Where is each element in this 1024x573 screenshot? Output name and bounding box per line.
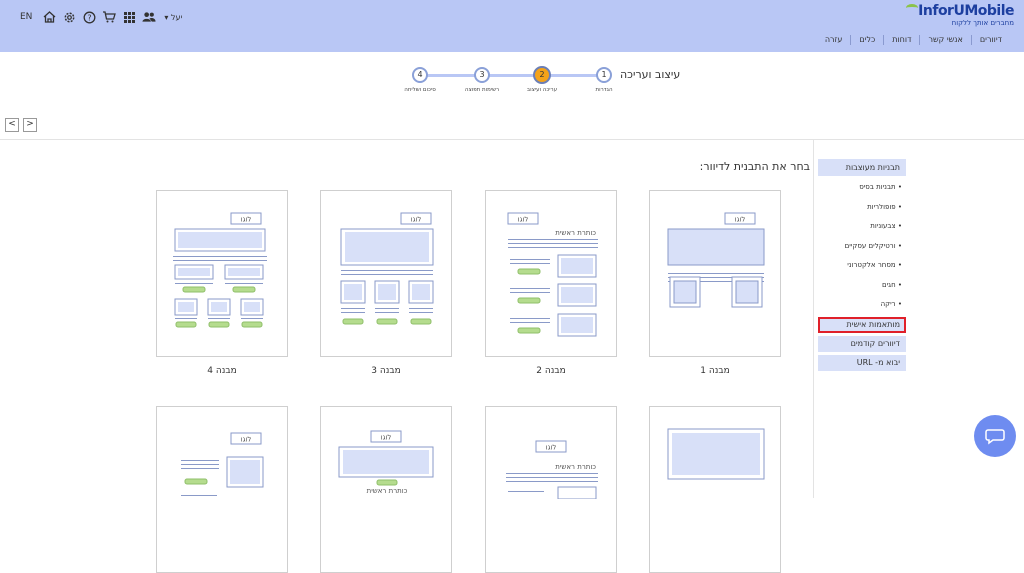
wizard-step-1[interactable]: 1 bbox=[596, 67, 612, 83]
brand-logo[interactable]: InforUMobile מחברים אותך ללקוח bbox=[904, 3, 1015, 30]
bullet-icon: • bbox=[895, 202, 902, 211]
template-card-4[interactable]: לוגו bbox=[156, 190, 288, 357]
logo-placeholder-text: לוגו bbox=[735, 216, 746, 224]
sidebar-item-label: ריקה bbox=[880, 300, 896, 308]
logo-text: InforUMobile bbox=[918, 3, 1014, 19]
template-label-2: מבנה 2 bbox=[536, 366, 566, 376]
pager-next-button[interactable]: > bbox=[23, 118, 37, 132]
sidebar-item-custom[interactable]: מותאמות אישית bbox=[818, 316, 906, 333]
sidebar-item-label: ורטיקלים עסקיים bbox=[844, 241, 896, 250]
template-card-8[interactable]: לוגו bbox=[156, 406, 288, 573]
bullet-icon: • bbox=[895, 261, 902, 269]
wizard-step-4-label: סיכום ושליחה bbox=[404, 87, 436, 93]
template-label-3: מבנה 3 bbox=[371, 366, 401, 376]
sidebar-item-label: פופולריות bbox=[867, 202, 896, 211]
wizard-progress-track bbox=[420, 74, 605, 77]
sidebar-divider bbox=[813, 140, 814, 498]
wizard-step-3[interactable]: 3 bbox=[474, 67, 490, 83]
user-menu[interactable]: ▾ יעל bbox=[164, 13, 182, 22]
bullet-icon: • bbox=[895, 300, 902, 308]
wizard-step-4[interactable]: 4 bbox=[412, 67, 428, 83]
sidebar-item-business[interactable]: • ורטיקלים עסקיים bbox=[818, 237, 906, 257]
headline-placeholder-text: כותרת ראשית bbox=[555, 463, 596, 471]
previous-mailings-button[interactable]: דיוורים קודמים bbox=[818, 335, 906, 352]
wizard-step-2-label: עריכה ועיצוב bbox=[526, 87, 558, 93]
chevron-down-icon: ▾ bbox=[164, 12, 169, 22]
nav-item-contacts[interactable]: אנשי קשר bbox=[919, 35, 970, 45]
top-header: EN ? ▾ יעל InforUMobile מחברים אותך ללקו… bbox=[0, 0, 1024, 52]
cart-icon[interactable] bbox=[102, 10, 117, 24]
logo-placeholder-text: לוגו bbox=[241, 436, 252, 444]
sidebar-item-holidays[interactable]: • חגים bbox=[818, 276, 906, 296]
logo-placeholder-text: לוגו bbox=[411, 216, 422, 224]
wizard-step-1-label: הגדרות bbox=[595, 87, 613, 93]
chat-icon bbox=[985, 429, 1005, 445]
sidebar-heading[interactable]: תבניות מעוצבות bbox=[818, 159, 906, 176]
template-card-7[interactable]: לוגו כותרת ראשית bbox=[320, 406, 452, 573]
logo-tagline: מחברים אותך ללקוח bbox=[951, 19, 1014, 27]
sidebar-item-basic[interactable]: • תבניות בסיס bbox=[818, 178, 906, 198]
logo-placeholder-text: לוגו bbox=[241, 216, 252, 224]
template-card-6[interactable]: לוגו כותרת ראשית bbox=[485, 406, 617, 573]
template-sidebar: תבניות מעוצבות • תבניות בסיס • פופולריות… bbox=[818, 159, 906, 374]
wizard-step-3-label: רשימות תפוצה bbox=[464, 87, 500, 93]
nav-item-tools[interactable]: כלים bbox=[850, 35, 883, 45]
logo-placeholder-text: לוגו bbox=[546, 444, 557, 452]
wizard-step-2[interactable]: 2 bbox=[533, 66, 551, 84]
sidebar-item-label: צבעוניות bbox=[870, 222, 896, 230]
svg-text:?: ? bbox=[87, 13, 91, 22]
sidebar-item-label: מסחר אלקטרוני bbox=[847, 261, 896, 269]
sidebar-item-label: תבניות בסיס bbox=[859, 183, 896, 191]
headline-placeholder-text: כותרת ראשית bbox=[367, 487, 408, 495]
nav-item-reports[interactable]: דוחות bbox=[883, 35, 919, 45]
header-icons: EN ? ▾ יעל bbox=[20, 9, 182, 25]
template-card-5[interactable] bbox=[649, 406, 781, 573]
nav-item-mailings[interactable]: דיוורים bbox=[970, 35, 1010, 45]
template-card-3[interactable]: לוגו bbox=[320, 190, 452, 357]
sidebar-item-popular[interactable]: • פופולריות bbox=[818, 198, 906, 218]
home-icon[interactable] bbox=[42, 10, 56, 24]
sidebar-item-colorful[interactable]: • צבעוניות bbox=[818, 217, 906, 237]
template-card-1[interactable]: לוגו bbox=[649, 190, 781, 357]
main-nav: דיוורים אנשי קשר דוחות כלים עזרה bbox=[817, 35, 1010, 45]
chat-widget-button[interactable] bbox=[974, 415, 1016, 457]
nav-item-help[interactable]: עזרה bbox=[817, 35, 851, 45]
apps-grid-icon[interactable] bbox=[122, 10, 136, 24]
help-icon[interactable]: ? bbox=[82, 10, 96, 24]
sidebar-item-label: חגים bbox=[881, 280, 896, 289]
bullet-icon: • bbox=[895, 241, 902, 250]
bullet-icon: • bbox=[895, 280, 902, 289]
logo-swirl bbox=[906, 4, 918, 12]
choose-template-title: בחר את התבנית לדיוור: bbox=[699, 160, 810, 173]
headline-placeholder-text: כותרת ראשית bbox=[555, 229, 596, 237]
pager-prev-button[interactable]: < bbox=[5, 118, 19, 132]
wizard-title: עיצוב ועריכה bbox=[620, 68, 681, 81]
user-name: יעל bbox=[170, 12, 183, 22]
template-card-2[interactable]: לוגו כותרת ראשית bbox=[485, 190, 617, 357]
template-label-1: מבנה 1 bbox=[700, 366, 730, 376]
template-label-4: מבנה 4 bbox=[207, 366, 237, 376]
import-url-button[interactable]: יבוא מ- URL bbox=[818, 354, 906, 371]
gear-icon[interactable] bbox=[62, 10, 76, 24]
bullet-icon: • bbox=[895, 222, 902, 230]
language-switch[interactable]: EN bbox=[20, 12, 32, 22]
sidebar-item-empty[interactable]: • ריקה bbox=[818, 295, 906, 315]
logo-placeholder-text: לוגו bbox=[381, 434, 392, 442]
content-divider bbox=[0, 139, 1024, 140]
logo-placeholder-text: לוגו bbox=[518, 216, 529, 224]
sidebar-item-ecommerce[interactable]: • מסחר אלקטרוני bbox=[818, 256, 906, 276]
bullet-icon: • bbox=[895, 183, 902, 191]
users-icon[interactable] bbox=[142, 10, 156, 24]
